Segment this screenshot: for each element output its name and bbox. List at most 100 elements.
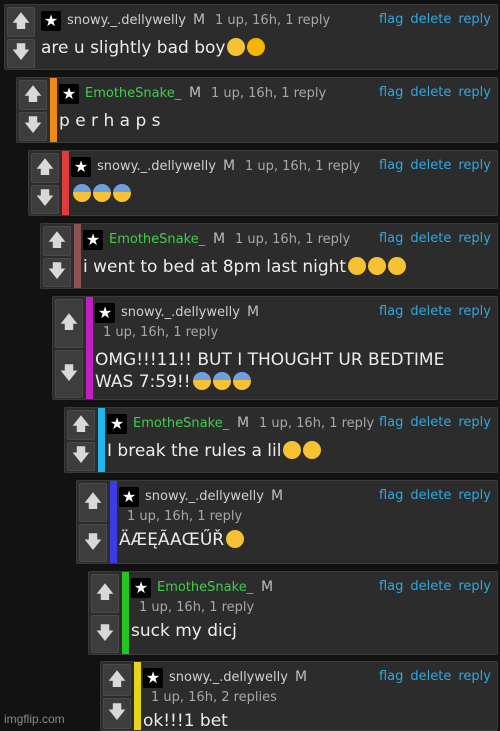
moderator-badge: M (247, 304, 260, 320)
moderator-badge: M (295, 669, 308, 685)
comment-body (71, 183, 131, 205)
comment-actions: flag delete reply (372, 579, 491, 594)
downvote-arrow-icon[interactable]: 🡇 (79, 523, 107, 562)
downvote-arrow-icon[interactable]: 🡇 (19, 111, 47, 141)
downvote-arrow-icon[interactable]: 🡇 (67, 441, 95, 471)
fearful-face-emoji (113, 184, 131, 202)
delete-link[interactable]: delete (410, 488, 451, 503)
comment-actions: flag delete reply (372, 231, 491, 246)
comment-meta: 1 up, 16h, 1 reply (215, 13, 331, 28)
upvote-arrow-icon[interactable]: 🡅 (67, 410, 95, 440)
upvote-arrow-icon[interactable]: 🡅 (19, 80, 47, 110)
flag-link[interactable]: flag (379, 304, 403, 319)
reply-link[interactable]: reply (458, 488, 491, 503)
upvote-arrow-icon[interactable]: 🡅 (43, 226, 71, 256)
thread-depth-bar (50, 78, 57, 142)
fearful-face-emoji (212, 372, 231, 390)
downvote-arrow-icon[interactable]: 🡇 (7, 38, 35, 68)
fearful-face-emoji (73, 184, 91, 202)
downvote-arrow-icon[interactable]: 🡇 (43, 257, 71, 287)
reply-link[interactable]: reply (458, 669, 491, 684)
star-icon[interactable]: ★ (143, 668, 163, 688)
comment-username[interactable]: EmotheSnake_ (157, 580, 253, 595)
delete-link[interactable]: delete (410, 304, 451, 319)
moderator-badge: M (237, 415, 250, 431)
upvote-arrow-icon[interactable]: 🡅 (55, 299, 83, 348)
star-icon[interactable]: ★ (71, 157, 91, 177)
flag-link[interactable]: flag (379, 579, 403, 594)
comment-card: 🡅 🡇 ★ snowy._.dellywelly M 1 up, 16h, 1 reply… (28, 150, 498, 216)
thread-depth-bar (86, 297, 93, 399)
comment-body: i went to bed at 8pm last night (83, 256, 407, 278)
comment-username[interactable]: snowy._.dellywelly (145, 489, 264, 504)
reply-link[interactable]: reply (458, 231, 491, 246)
comment-actions: flag delete reply (372, 12, 491, 27)
delete-link[interactable]: delete (410, 231, 451, 246)
comment-actions: flag delete reply (372, 85, 491, 100)
comment-username[interactable]: snowy._.dellywelly (97, 159, 216, 174)
fearful-face-emoji (232, 372, 251, 390)
comment-username[interactable]: snowy._.dellywelly (169, 670, 288, 685)
vote-controls: 🡅 🡇 (17, 78, 49, 142)
flag-link[interactable]: flag (379, 669, 403, 684)
flag-link[interactable]: flag (379, 231, 403, 246)
moderator-badge: M (261, 579, 274, 595)
delete-link[interactable]: delete (410, 158, 451, 173)
flag-link[interactable]: flag (379, 158, 403, 173)
star-icon[interactable]: ★ (131, 578, 151, 598)
reply-link[interactable]: reply (458, 304, 491, 319)
flag-link[interactable]: flag (379, 85, 403, 100)
fearful-face-emoji (93, 184, 111, 202)
downvote-arrow-icon[interactable]: 🡇 (91, 614, 119, 653)
upvote-arrow-icon[interactable]: 🡅 (7, 7, 35, 37)
vote-controls: 🡅 🡇 (77, 481, 109, 563)
reply-link[interactable]: reply (458, 12, 491, 27)
delete-link[interactable]: delete (410, 85, 451, 100)
comment-username[interactable]: snowy._.dellywelly (121, 305, 240, 320)
delete-link[interactable]: delete (410, 415, 451, 430)
hand-over-mouth-emoji (388, 257, 407, 275)
comment-content: ★ EmotheSnake_ M 1 up, 16h, 1 reply flag dele… (81, 224, 491, 288)
reply-link[interactable]: reply (458, 415, 491, 430)
thread-depth-bar (110, 481, 117, 563)
delete-link[interactable]: delete (410, 669, 451, 684)
comment-actions: flag delete reply (372, 158, 491, 173)
comment-body: are u slightly bad boy (41, 37, 266, 59)
comment-username[interactable]: EmotheSnake_ (133, 416, 229, 431)
star-icon[interactable]: ★ (83, 230, 103, 250)
star-icon[interactable]: ★ (119, 487, 139, 507)
star-icon[interactable]: ★ (107, 414, 127, 434)
star-icon[interactable]: ★ (95, 303, 115, 323)
comment-text: ÄÆĘÃAŒŰŘ (119, 530, 225, 550)
reply-link[interactable]: reply (458, 579, 491, 594)
flag-link[interactable]: flag (379, 12, 403, 27)
delete-link[interactable]: delete (410, 579, 451, 594)
reply-link[interactable]: reply (458, 85, 491, 100)
star-icon[interactable]: ★ (41, 11, 61, 31)
upvote-arrow-icon[interactable]: 🡅 (31, 153, 59, 183)
comment-text: suck my dicj (131, 621, 237, 641)
upvote-arrow-icon[interactable]: 🡅 (91, 574, 119, 613)
comment-meta: 1 up, 16h, 1 reply (259, 416, 375, 431)
downvote-arrow-icon[interactable]: 🡇 (55, 349, 83, 398)
flag-link[interactable]: flag (379, 415, 403, 430)
comment-card: 🡅 🡇 ★ snowy._.dellywelly M 1 up, 16h, 1 reply… (52, 296, 498, 400)
comment-username[interactable]: EmotheSnake_ (85, 86, 181, 101)
comment-card: 🡅 🡇 ★ EmotheSnake_ M 1 up, 16h, 1 reply flag de… (16, 77, 498, 143)
thread-depth-bar (122, 572, 129, 654)
comment-username[interactable]: EmotheSnake_ (109, 232, 205, 247)
comment-content: ★ snowy._.dellywelly M 1 up, 16h, 1 reply fl… (69, 151, 491, 215)
downvote-arrow-icon[interactable]: 🡇 (103, 697, 131, 729)
downvote-arrow-icon[interactable]: 🡇 (31, 184, 59, 214)
delete-link[interactable]: delete (410, 12, 451, 27)
comment-body: p e r h a p s (59, 110, 161, 132)
upvote-arrow-icon[interactable]: 🡅 (103, 664, 131, 696)
reply-link[interactable]: reply (458, 158, 491, 173)
comment-text: ok!!!1 bet (143, 711, 228, 731)
upvote-arrow-icon[interactable]: 🡅 (79, 483, 107, 522)
comment-username[interactable]: snowy._.dellywelly (67, 13, 186, 28)
star-icon[interactable]: ★ (59, 84, 79, 104)
flag-link[interactable]: flag (379, 488, 403, 503)
moderator-badge: M (189, 85, 202, 101)
thread-depth-bar (98, 408, 105, 472)
